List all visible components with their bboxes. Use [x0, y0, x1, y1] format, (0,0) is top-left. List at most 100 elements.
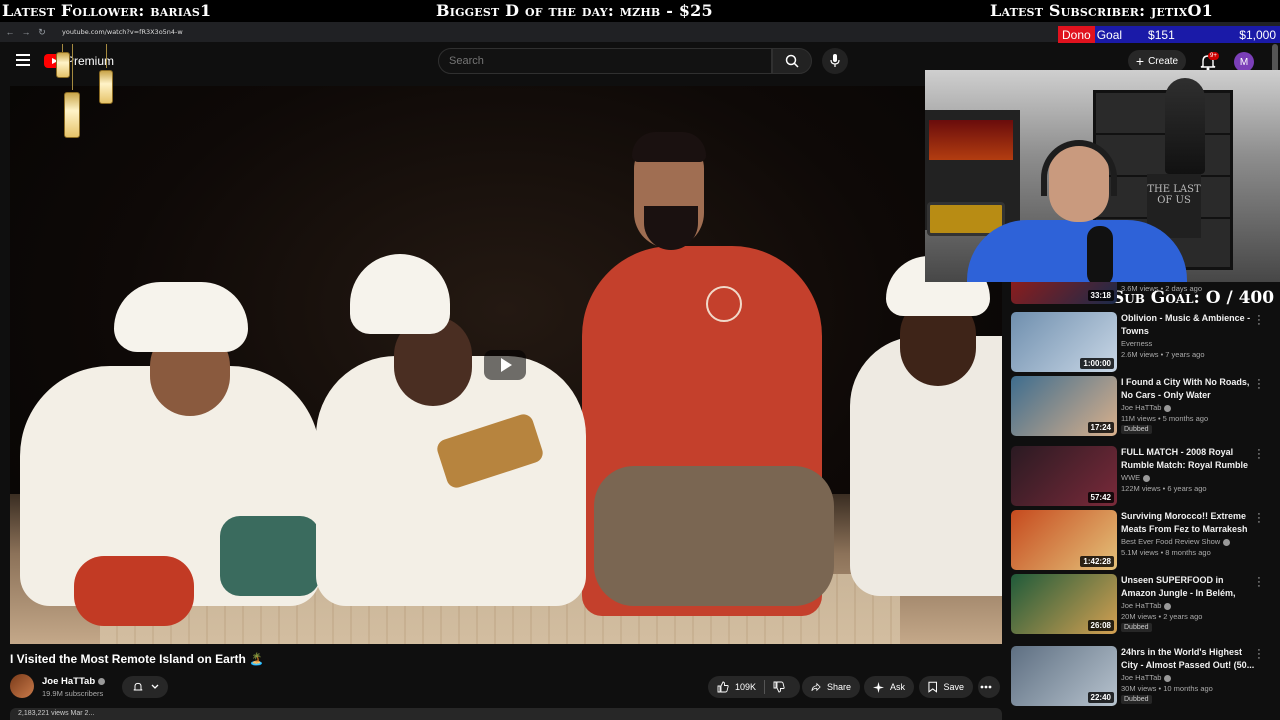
recommendation-meta: 5.1M views • 8 months ago	[1121, 548, 1211, 557]
video-player[interactable]	[10, 86, 1002, 644]
video-figure-left-turban	[114, 282, 248, 352]
dubbed-badge: Dubbed	[1121, 623, 1152, 632]
video-play-button[interactable]	[484, 350, 526, 380]
menu-icon[interactable]	[16, 54, 30, 66]
verified-icon	[1164, 404, 1172, 412]
lantern-string-2	[72, 44, 73, 90]
dono-goal-current: $151	[1148, 27, 1175, 42]
recommendation-channel-name[interactable]: WWE	[1121, 473, 1140, 482]
recommendation-channel-name[interactable]: Everness	[1121, 339, 1152, 348]
like-separator	[764, 680, 766, 694]
description-box[interactable]: 2,183,221 views Mar 2...	[10, 708, 1002, 720]
chevron-down-icon	[151, 684, 158, 689]
more-options-icon[interactable]: · · ·	[1255, 445, 1263, 464]
create-label: Create	[1148, 55, 1179, 67]
verified-icon	[1143, 474, 1151, 482]
latest-follower-text: Latest Follower: barias1	[2, 1, 212, 20]
video-duration: 1:00:00	[1080, 358, 1114, 369]
more-options-icon[interactable]: · · ·	[1255, 375, 1263, 394]
recommendation-item[interactable]: 17:24 I Found a City With No Roads, No Ca…	[1011, 375, 1273, 438]
more-icon	[980, 685, 992, 689]
search-box[interactable]	[438, 48, 772, 74]
thumbs-down-icon[interactable]	[773, 681, 785, 693]
subscriber-count: 19.9M subscribers	[42, 689, 104, 698]
more-options-icon[interactable]: · · ·	[1255, 509, 1263, 528]
recommendation-thumbnail[interactable]: 22:40	[1011, 646, 1117, 706]
recommendation-item[interactable]: 22:40 24hrs in the World's Highest City -…	[1011, 645, 1273, 708]
youtube-logo[interactable]: Premium	[44, 54, 114, 68]
microphone-icon	[830, 54, 840, 67]
recommendation-thumbnail[interactable]: 1:42:28	[1011, 510, 1117, 570]
recommendation-title[interactable]: 24hrs in the World's Highest City - Almo…	[1121, 646, 1255, 671]
ask-button[interactable]: Ask	[864, 676, 914, 698]
more-actions-button[interactable]	[978, 676, 1000, 698]
recommendation-item[interactable]: 1:00:00 Oblivion - Music & Ambience - Tow…	[1011, 311, 1273, 374]
save-button[interactable]: Save	[919, 676, 973, 698]
recommendation-title[interactable]: Oblivion - Music & Ambience - Towns	[1121, 312, 1255, 337]
url-bar[interactable]: youtube.com/watch?v=fR3X3o5n4-w	[62, 28, 183, 36]
like-count[interactable]: 109K	[735, 682, 756, 692]
channel-name-text[interactable]: Joe HaTTab	[42, 676, 95, 687]
recommendation-channel[interactable]: Joe HaTTab	[1121, 673, 1172, 682]
recommendation-thumbnail[interactable]: 33:18	[1011, 282, 1117, 304]
video-duration: 26:08	[1087, 620, 1114, 631]
video-figure-red-legs	[594, 466, 834, 606]
recommendation-thumbnail[interactable]: 17:24	[1011, 376, 1117, 436]
streamer-webcam: THE LAST OF US	[925, 70, 1280, 282]
thumbs-up-icon[interactable]	[717, 681, 729, 693]
video-figure-red-hair	[632, 132, 706, 162]
verified-icon	[98, 677, 106, 685]
account-avatar[interactable]: M	[1234, 52, 1254, 72]
channel-name[interactable]: Joe HaTTab	[42, 676, 106, 687]
recommendation-meta: 122M views • 6 years ago	[1121, 484, 1207, 493]
share-button[interactable]: Share	[802, 676, 860, 698]
more-options-icon[interactable]: · · ·	[1255, 311, 1263, 330]
latest-subscriber-text: Latest Subscriber: jetixO1	[990, 1, 1213, 20]
recommendation-channel[interactable]: Best Ever Food Review Show	[1121, 537, 1231, 546]
recommendation-meta: 30M views • 10 months ago	[1121, 684, 1213, 693]
video-duration: 22:40	[1087, 692, 1114, 703]
recommendation-channel[interactable]: WWE	[1121, 473, 1151, 482]
recommendation-item[interactable]: 1:42:28 Surviving Morocco!! Extreme Meats…	[1011, 509, 1273, 572]
recommendation-meta: 2.6M views • 7 years ago	[1121, 350, 1205, 359]
subscription-notifications-button[interactable]	[122, 676, 168, 698]
plus-icon: +	[1135, 53, 1145, 69]
more-options-icon[interactable]: · · ·	[1255, 645, 1263, 664]
recommendation-thumbnail[interactable]: 26:08	[1011, 574, 1117, 634]
dono-goal-label-2: Goal	[1096, 27, 1123, 42]
voice-search-button[interactable]	[822, 48, 848, 74]
recommendation-channel[interactable]: Everness	[1121, 339, 1152, 348]
recommendation-channel-name[interactable]: Joe HaTTab	[1121, 601, 1161, 610]
recommendation-title[interactable]: I Found a City With No Roads, No Cars - …	[1121, 376, 1255, 401]
recommendation-thumbnail[interactable]: 57:42	[1011, 446, 1117, 506]
recommendation-item[interactable]: 33:18 3.6M views • 2 days ago	[1011, 282, 1273, 304]
recommendation-channel-name[interactable]: Joe HaTTab	[1121, 673, 1161, 682]
recommendation-thumbnail[interactable]: 1:00:00	[1011, 312, 1117, 372]
channel-avatar[interactable]	[10, 674, 34, 698]
forward-icon[interactable]: →	[20, 27, 32, 37]
back-icon[interactable]: ←	[4, 27, 16, 37]
search-input[interactable]	[439, 49, 771, 73]
recommendation-item[interactable]: 57:42 FULL MATCH - 2008 Royal Rumble Matc…	[1011, 445, 1273, 508]
sparkle-icon	[873, 681, 884, 693]
bookmark-icon	[928, 681, 938, 693]
recommendation-item[interactable]: 26:08 Unseen SUPERFOOD in Amazon Jungle -…	[1011, 573, 1273, 636]
lantern-icon	[56, 52, 70, 78]
stream-overlay-bar: Latest Follower: barias1 Biggest D of th…	[0, 0, 1280, 22]
recommendation-meta: 20M views • 2 years ago	[1121, 612, 1203, 621]
more-options-icon[interactable]: · · ·	[1255, 573, 1263, 592]
recommendation-title[interactable]: FULL MATCH - 2008 Royal Rumble Match: Ro…	[1121, 446, 1255, 471]
save-label: Save	[943, 682, 964, 692]
video-figure-center-turban	[350, 254, 450, 334]
search-button[interactable]	[772, 48, 812, 74]
verified-icon	[1223, 538, 1231, 546]
recommendation-title[interactable]: Unseen SUPERFOOD in Amazon Jungle - In B…	[1121, 574, 1255, 599]
recommendation-meta: 11M views • 5 months ago	[1121, 414, 1209, 423]
create-button[interactable]: + Create	[1128, 50, 1186, 72]
recommendation-channel-name[interactable]: Joe HaTTab	[1121, 403, 1161, 412]
recommendation-channel-name[interactable]: Best Ever Food Review Show	[1121, 537, 1220, 546]
recommendation-title[interactable]: Surviving Morocco!! Extreme Meats From F…	[1121, 510, 1255, 535]
reload-icon[interactable]: ↻	[36, 27, 48, 38]
recommendation-channel[interactable]: Joe HaTTab	[1121, 601, 1172, 610]
recommendation-channel[interactable]: Joe HaTTab	[1121, 403, 1172, 412]
